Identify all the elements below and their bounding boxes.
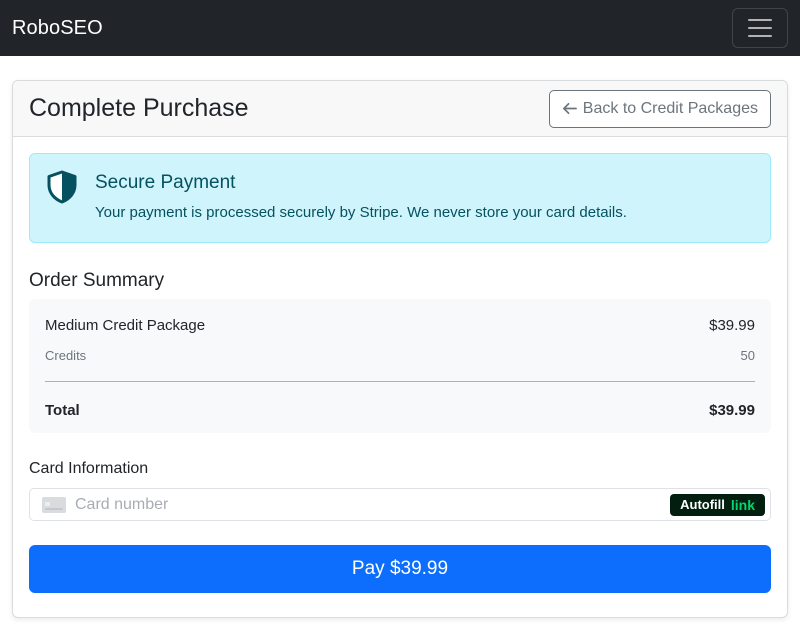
credits-row: Credits 50 <box>45 348 755 363</box>
hamburger-icon <box>748 19 772 21</box>
credits-value: 50 <box>740 348 755 363</box>
package-name: Medium Credit Package <box>45 317 206 334</box>
total-label: Total <box>45 402 80 419</box>
alert-content: Secure Payment Your payment is processed… <box>95 170 627 221</box>
card-header: Complete Purchase Back to Credit Package… <box>13 81 787 137</box>
total-row: Total $39.99 <box>45 402 755 419</box>
link-brand-label: link <box>730 496 755 513</box>
page-title: Complete Purchase <box>29 94 249 122</box>
credits-label: Credits <box>45 348 87 363</box>
package-row: Medium Credit Package $39.99 <box>45 317 755 334</box>
summary-divider <box>45 381 755 382</box>
alert-title: Secure Payment <box>95 172 236 193</box>
card-number-input[interactable] <box>75 495 671 514</box>
hamburger-icon <box>748 35 772 37</box>
card-body: Secure Payment Your payment is processed… <box>13 137 787 609</box>
navbar: RoboSEO <box>0 0 800 56</box>
autofill-label: Autofill <box>680 497 725 512</box>
hamburger-icon <box>748 27 772 29</box>
credit-card-icon <box>42 496 66 513</box>
menu-toggle-button[interactable] <box>732 8 788 48</box>
brand-logo[interactable]: RoboSEO <box>12 17 103 40</box>
card-information-label: Card Information <box>29 460 149 477</box>
order-summary-title: Order Summary <box>29 270 165 291</box>
card-number-field[interactable]: Autofill link <box>29 488 771 521</box>
total-value: $39.99 <box>709 402 755 419</box>
pay-button[interactable]: Pay $39.99 <box>29 545 771 593</box>
package-price: $39.99 <box>709 317 755 334</box>
autofill-link-button[interactable]: Autofill link <box>670 493 765 516</box>
secure-payment-alert: Secure Payment Your payment is processed… <box>29 153 771 243</box>
order-summary-box: Medium Credit Package $39.99 Credits 50 … <box>29 299 771 433</box>
back-button-label: Back to Credit Packages <box>582 99 758 117</box>
back-to-packages-button[interactable]: Back to Credit Packages <box>548 89 771 128</box>
shield-icon <box>47 170 77 204</box>
purchase-card: Complete Purchase Back to Credit Package… <box>12 80 788 618</box>
alert-text: Your payment is processed securely by St… <box>95 204 627 221</box>
arrow-left-icon <box>562 102 577 115</box>
